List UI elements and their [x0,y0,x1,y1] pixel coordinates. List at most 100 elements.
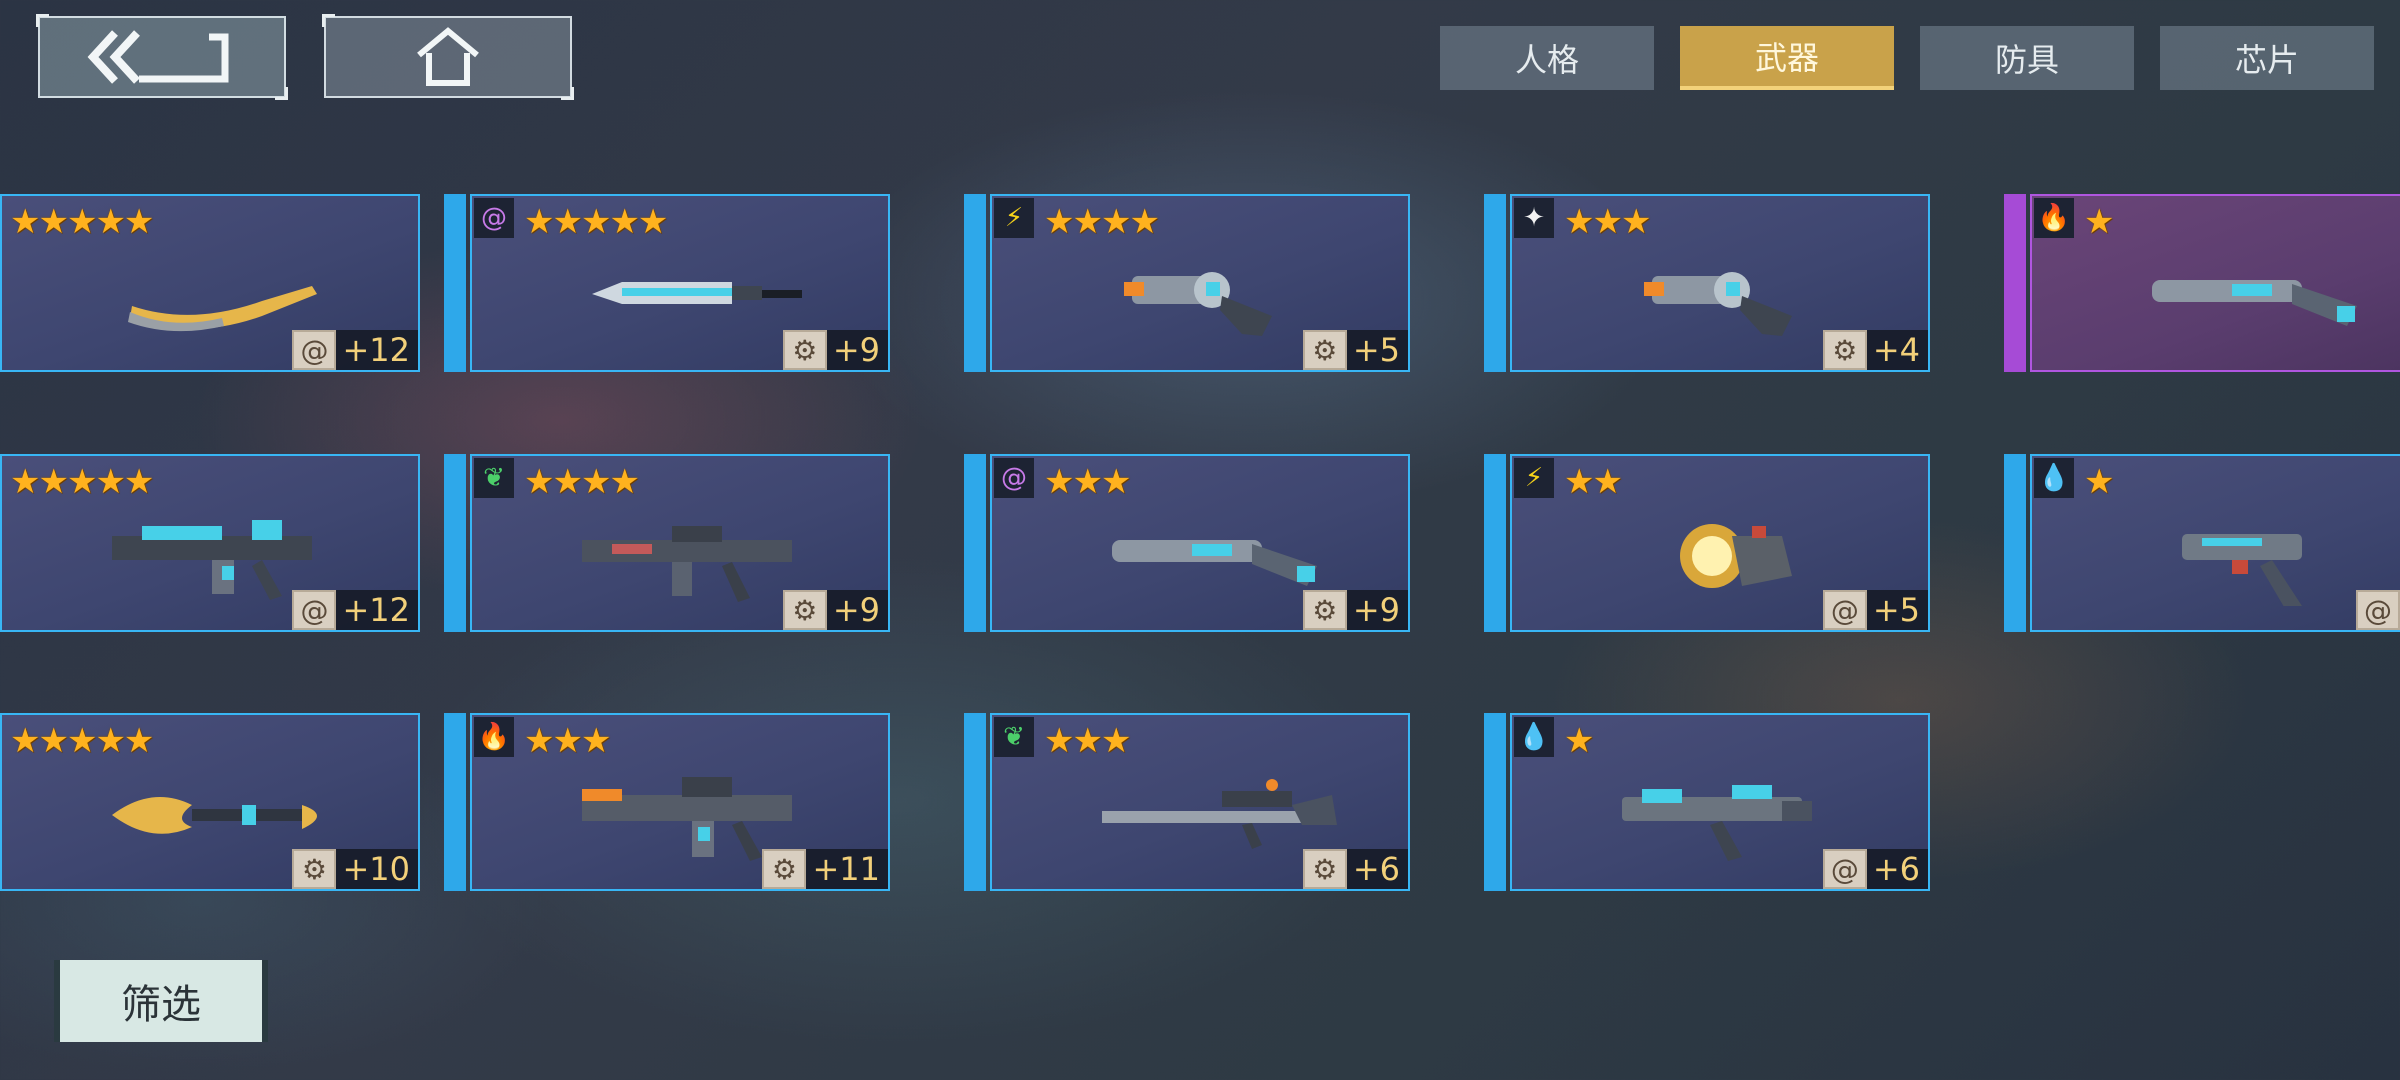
level-text: +12 [342,591,410,629]
upgrade-level: ⚙ +11 [762,849,888,889]
upgrade-level: ⚙ +9 [1302,590,1408,630]
weapon-panel: ✦ ★★★ ⚙ +4 [1510,194,1930,372]
gear-icon: ⚙ [782,330,827,370]
gear-icon: ⚙ [292,849,337,889]
golden-curved-blade-icon [112,246,332,336]
weapon-panel: ❦ ★★★★ ⚙ +9 [470,454,890,632]
weapon-card[interactable]: ❦ ★★★★ ⚙ +9 [444,454,890,632]
pistol-icon [2142,506,2362,612]
tab-weapons[interactable]: 武器 [1680,26,1894,90]
upgrade-level: @ +6 [1822,849,1928,889]
weapon-card[interactable]: ✦ ★★★ ⚙ +4 [1484,194,1930,372]
upgrade-level: @ [2356,590,2400,630]
home-button[interactable] [322,14,574,100]
gear-icon: ⚙ [762,849,807,889]
spiral-icon: @ [2356,590,2400,630]
upgrade-level: ⚙ +9 [782,330,888,370]
weapon-panel: @ ★★★ ⚙ +9 [990,454,1410,632]
weapon-panel: ★★★★★ @ +12 [0,454,420,632]
spiral-icon: @ [292,330,337,370]
star-rating: ★★★★★ [10,721,154,761]
weapon-card[interactable]: ★★★★★ ⚙ +10 [0,713,420,891]
level-text: +6 [1872,850,1920,888]
upgrade-level: ⚙ +6 [1302,849,1408,889]
star-rating: ★ [2084,462,2115,502]
energy-sword-icon [582,246,802,336]
heavy-rifle-icon [582,765,802,861]
weapon-card[interactable]: ❦ ★★★ ⚙ +6 [964,713,1410,891]
level-text: +9 [1352,591,1400,629]
weapon-card[interactable]: 💧 ★ @ +6 [1484,713,1930,891]
weapon-card[interactable]: ⚡ ★★★★ ⚙ +5 [964,194,1410,372]
upgrade-level: ⚙ +10 [292,849,418,889]
weapon-panel: 💧 ★ @ [2030,454,2400,632]
spiral-element-icon: @ [474,198,514,238]
star-rating: ★★★★★ [10,202,154,242]
rarity-strip [2004,454,2026,632]
level-text: +9 [832,591,880,629]
back-button[interactable] [36,14,288,100]
fire-element-icon: 🔥 [474,717,514,757]
star-rating: ★★★ [1044,721,1131,761]
star-rating: ★★★ [524,721,611,761]
weapon-card[interactable]: 🔥 ★★★ ⚙ +11 [444,713,890,891]
fire-element-icon: 🔥 [2034,198,2074,238]
weapon-card[interactable]: @ ★★★ ⚙ +9 [964,454,1410,632]
sniper-rifle-icon [1102,765,1337,855]
upgrade-level: ⚙ +9 [782,590,888,630]
double-chevron-back-icon [87,30,229,84]
gear-icon: ⚙ [1822,330,1867,370]
weapon-panel: 🔥 ★★★ ⚙ +11 [470,713,890,891]
weapon-panel: ★★★★★ @ +12 [0,194,420,372]
upgrade-level: @ +12 [292,590,418,630]
rarity-strip [1484,194,1506,372]
upgrade-level: ⚙ +4 [1822,330,1928,370]
upgrade-level: ⚙ +5 [1302,330,1408,370]
flame-lance-icon [112,765,332,855]
rarity-strip [444,194,466,372]
weapon-card[interactable]: ★★★★★ @ +12 [0,454,420,632]
weapon-panel: ❦ ★★★ ⚙ +6 [990,713,1410,891]
weapon-card[interactable]: @ ★★★★★ ⚙ +9 [444,194,890,372]
spiral-icon: @ [1822,590,1867,630]
weapon-card[interactable]: ★★★★★ @ +12 [0,194,420,372]
weapon-card[interactable]: 💧 ★ @ [2004,454,2400,632]
star-rating: ★★★ [1564,202,1651,242]
rarity-strip [1484,713,1506,891]
category-tabs: 人格 武器 防具 芯片 [1440,26,2374,90]
lightning-element-icon: ⚡ [994,198,1034,238]
shotgun-icon [2142,246,2362,336]
star-rating: ★ [2084,202,2115,242]
weapon-panel: ⚡ ★★ @ +5 [1510,454,1930,632]
weapon-card[interactable]: ⚡ ★★ @ +5 [1484,454,1930,632]
star-rating: ★★★★ [1044,202,1160,242]
tab-personality[interactable]: 人格 [1440,26,1654,90]
assault-rifle-icon [582,506,802,602]
level-text: +12 [342,331,410,369]
spiral-element-icon: @ [994,458,1034,498]
upgrade-level: @ +12 [292,330,418,370]
filter-button[interactable]: 筛选 [54,960,268,1042]
cyber-rifle-icon [112,506,332,600]
water-element-icon: 💧 [2034,458,2074,498]
rarity-strip [964,454,986,632]
tab-chips[interactable]: 芯片 [2160,26,2374,90]
rarity-strip [1484,454,1506,632]
rarity-strip [2004,194,2026,372]
weapon-panel: @ ★★★★★ ⚙ +9 [470,194,890,372]
weapon-panel: 💧 ★ @ +6 [1510,713,1930,891]
rarity-strip [964,713,986,891]
star-rating: ★★ [1564,462,1623,502]
star-rating: ★★★★ [524,462,640,502]
level-text: +4 [1872,331,1920,369]
level-text: +10 [342,850,410,888]
star-rating: ★ [1564,721,1595,761]
water-element-icon: 💧 [1514,717,1554,757]
star-rating: ★★★★★ [524,202,668,242]
revolver-icon [1622,246,1842,336]
tab-armor[interactable]: 防具 [1920,26,2134,90]
level-text: +5 [1352,331,1400,369]
weapon-panel: ★★★★★ ⚙ +10 [0,713,420,891]
gear-icon: ⚙ [1302,330,1347,370]
weapon-card[interactable]: 🔥 ★ [2004,194,2400,372]
